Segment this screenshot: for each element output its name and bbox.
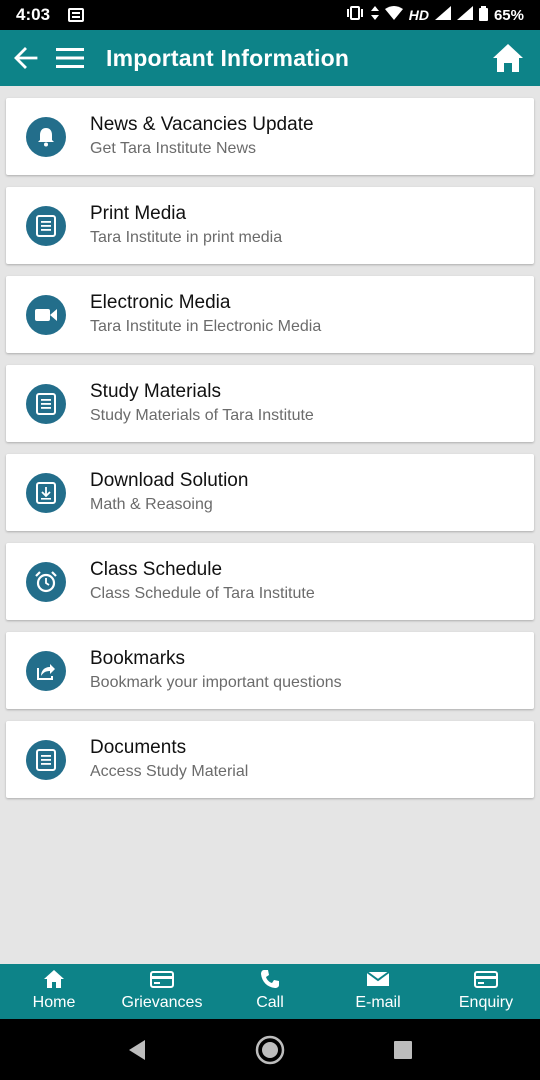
battery-icon: [478, 5, 488, 25]
nav-email[interactable]: E-mail: [324, 964, 432, 1019]
status-bar: 4:03 HD 65%: [0, 0, 540, 30]
list-item-subtitle: Get Tara Institute News: [90, 140, 256, 157]
list-item-title: Class Schedule: [90, 559, 223, 580]
list-item-title: News & Vacancies Update: [90, 114, 314, 135]
list-item-subtitle: Class Schedule of Tara Institute: [90, 585, 315, 602]
arrow-back-icon: [14, 47, 38, 69]
card-icon: [150, 969, 174, 989]
vibrate-icon: [345, 6, 365, 24]
nav-enquiry[interactable]: Enquiry: [432, 964, 540, 1019]
system-home-button[interactable]: [245, 1025, 295, 1075]
wifi-icon: [384, 6, 403, 24]
bottom-navigation: Home Grievances Call E-mail Enquiry: [0, 964, 540, 1019]
system-back-button[interactable]: [112, 1025, 162, 1075]
list-item-subtitle: Study Materials of Tara Institute: [90, 407, 314, 424]
document-icon: [26, 739, 66, 780]
list-item-news-vacancies[interactable]: News & Vacancies Update Get Tara Institu…: [6, 98, 534, 175]
nav-label: Grievances: [121, 994, 203, 1011]
download-icon: [26, 472, 66, 513]
home-button[interactable]: [486, 30, 530, 86]
document-icon: [26, 205, 66, 246]
menu-button[interactable]: [48, 30, 92, 86]
status-time: 4:03: [16, 5, 51, 24]
list-item-subtitle: Bookmark your important questions: [90, 674, 342, 691]
list-item-title: Study Materials: [90, 381, 221, 402]
triangle-back-icon: [128, 1039, 145, 1060]
app-bar: Important Information: [0, 30, 540, 86]
data-arrows-icon: [370, 6, 379, 24]
nav-home[interactable]: Home: [0, 964, 108, 1019]
list-item-title: Documents: [90, 737, 187, 758]
document-icon: [26, 383, 66, 424]
network-type: HD: [408, 7, 429, 23]
nav-label: Enquiry: [458, 994, 514, 1011]
page-title: Important Information: [106, 44, 350, 71]
status-indicators: HD 65%: [345, 5, 524, 25]
circle-home-icon: [255, 1035, 285, 1064]
signal-icon: [456, 6, 473, 24]
list-item-title: Download Solution: [90, 470, 249, 491]
nav-call[interactable]: Call: [216, 964, 324, 1019]
square-recents-icon: [394, 1040, 413, 1059]
list-item-title: Electronic Media: [90, 292, 231, 313]
alarm-clock-icon: [26, 561, 66, 602]
list-item-download-solution[interactable]: Download Solution Math & Reasoing: [6, 454, 534, 531]
phone-icon: [260, 969, 280, 989]
list-item-documents[interactable]: Documents Access Study Material: [6, 721, 534, 798]
list-item-title: Bookmarks: [90, 648, 186, 669]
information-list: News & Vacancies Update Get Tara Institu…: [6, 98, 534, 810]
home-icon: [493, 44, 523, 72]
list-item-title: Print Media: [90, 203, 187, 224]
list-item-subtitle: Tara Institute in Electronic Media: [90, 318, 322, 335]
list-item-subtitle: Math & Reasoing: [90, 496, 213, 513]
list-item-study-materials[interactable]: Study Materials Study Materials of Tara …: [6, 365, 534, 442]
hamburger-menu-icon: [56, 48, 84, 68]
videocam-icon: [26, 294, 66, 335]
nav-label: Call: [256, 994, 284, 1011]
list-item-subtitle: Tara Institute in print media: [90, 229, 283, 246]
bell-icon: [26, 116, 66, 157]
system-navigation-bar: [0, 1019, 540, 1080]
list-item-print-media[interactable]: Print Media Tara Institute in print medi…: [6, 187, 534, 264]
home-icon: [44, 969, 64, 989]
system-recents-button[interactable]: [378, 1025, 428, 1075]
nav-grievances[interactable]: Grievances: [108, 964, 216, 1019]
list-item-subtitle: Access Study Material: [90, 763, 249, 780]
share-icon: [26, 650, 66, 691]
nav-label: E-mail: [355, 994, 401, 1011]
list-item-class-schedule[interactable]: Class Schedule Class Schedule of Tara In…: [6, 543, 534, 620]
list-item-bookmarks[interactable]: Bookmarks Bookmark your important questi…: [6, 632, 534, 709]
battery-percent: 65%: [493, 6, 524, 24]
mail-icon: [366, 969, 390, 989]
message-notification-icon: [68, 8, 85, 22]
signal-icon: [434, 6, 451, 24]
nav-label: Home: [32, 994, 76, 1011]
card-icon: [474, 969, 498, 989]
back-button[interactable]: [4, 30, 48, 86]
list-item-electronic-media[interactable]: Electronic Media Tara Institute in Elect…: [6, 276, 534, 353]
